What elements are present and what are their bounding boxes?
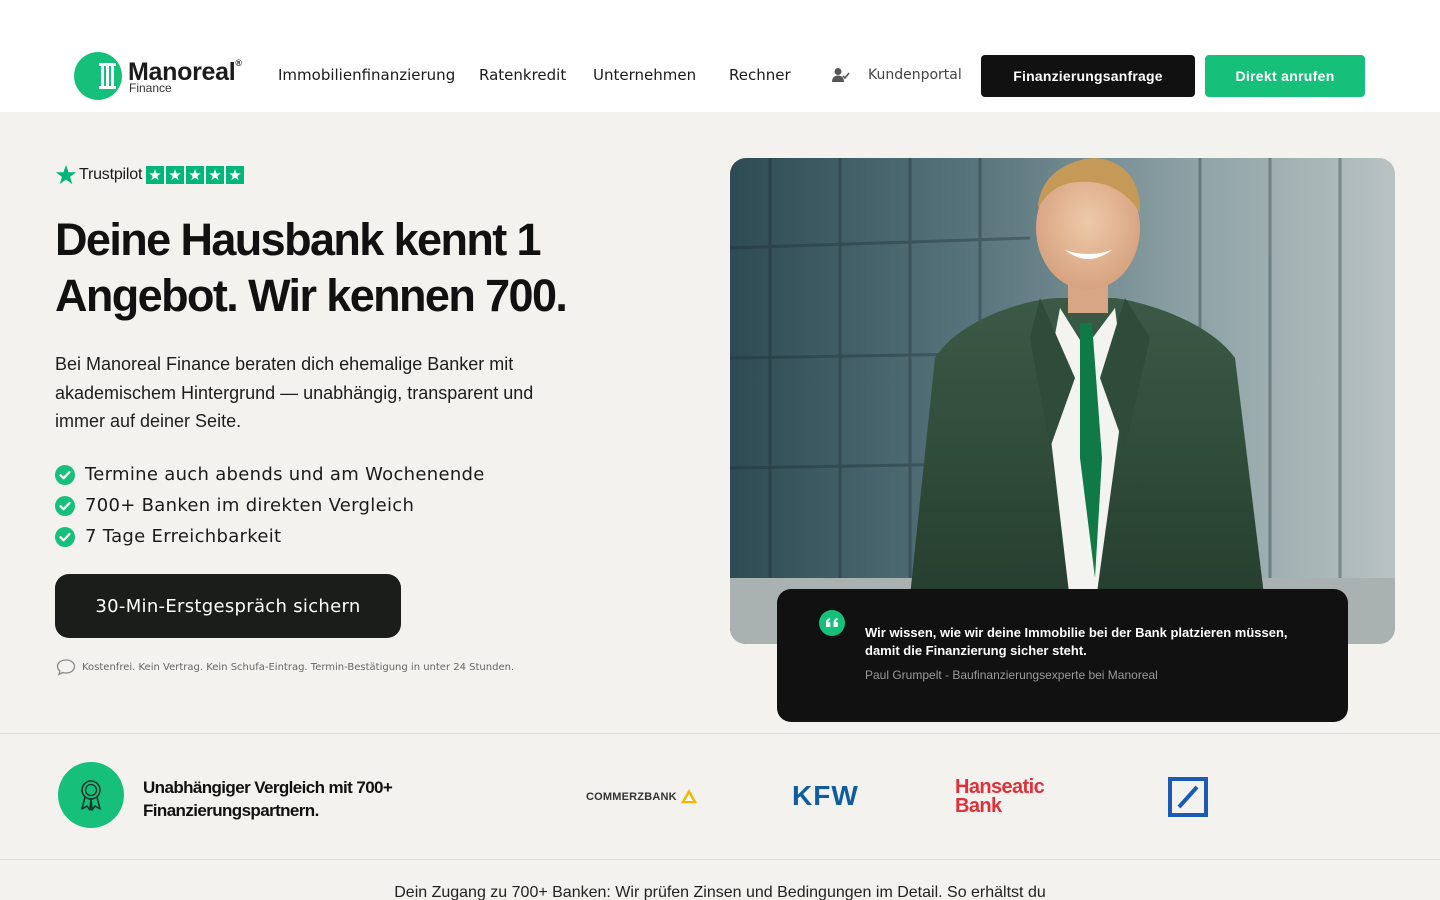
partner-strip: Unabhängiger Vergleich mit 700+ Finanzie…	[0, 733, 1440, 860]
erstgespraech-cta-button[interactable]: 30-Min-Erstgespräch sichern	[55, 574, 401, 638]
deutsche-bank-logo[interactable]	[1168, 777, 1208, 817]
headline-line-2: Angebot. Wir kennen 700.	[55, 270, 568, 321]
benefit-item: 7 Tage Erreichbarkeit	[55, 521, 485, 552]
registered-mark: ®	[235, 58, 242, 68]
nav-ratenkredit[interactable]: Ratenkredit	[479, 66, 566, 84]
commerzbank-ribbon-icon	[680, 789, 697, 803]
award-ribbon-icon	[81, 780, 101, 811]
headline-line-1: Deine Hausbank kennt 1	[55, 214, 542, 265]
cta-note: Kostenfrei. Kein Vertrag. Kein Schufa-Ei…	[56, 658, 514, 676]
rating-star-icon	[206, 166, 225, 184]
quote-icon	[819, 610, 845, 636]
nav-unternehmen[interactable]: Unternehmen	[593, 66, 696, 84]
benefit-text: 700+ Banken im direkten Vergleich	[85, 495, 415, 516]
site-header: Manoreal® Finance Immobilienfinanzierung…	[0, 0, 1440, 112]
section-intro-text: Dein Zugang zu 700+ Banken: Wir prüfen Z…	[394, 884, 1046, 900]
commerzbank-logo-text: COMMERZBANK	[586, 791, 677, 803]
logo-subtitle: Finance	[129, 81, 172, 95]
benefit-item: Termine auch abends und am Wochenende	[55, 459, 485, 490]
kfw-logo[interactable]: KFW	[792, 780, 859, 812]
hero-intro: Bei Manoreal Finance beraten dich ehemal…	[55, 354, 534, 431]
finanzierungsanfrage-button[interactable]: Finanzierungsanfrage	[981, 55, 1195, 97]
rating-star-icon	[146, 166, 165, 184]
kundenportal-link[interactable]: Kundenportal	[868, 67, 962, 83]
testimonial-card: Wir wissen, wie wir deine Immobilie bei …	[777, 589, 1348, 722]
check-circle-icon	[55, 464, 75, 485]
user-check-icon[interactable]	[832, 67, 850, 83]
testimonial-quote: Wir wissen, wie wir deine Immobilie bei …	[865, 625, 1288, 658]
hanseatic-logo-line-2: Bank	[955, 795, 1002, 817]
nav-rechner[interactable]: Rechner	[729, 66, 791, 84]
benefit-list: Termine auch abends und am Wochenende 70…	[55, 459, 485, 552]
commerzbank-logo[interactable]: COMMERZBANK	[586, 788, 698, 806]
benefit-item: 700+ Banken im direkten Vergleich	[55, 490, 485, 521]
nav-immobilienfinanzierung[interactable]: Immobilienfinanzierung	[278, 66, 455, 84]
rating-star-icon	[186, 166, 205, 184]
hero-headline: Deine Hausbank kennt 1 Angebot. Wir kenn…	[55, 212, 615, 324]
manoreal-logo-icon	[74, 52, 122, 100]
award-badge	[58, 762, 124, 828]
cta-note-text: Kostenfrei. Kein Vertrag. Kein Schufa-Ei…	[82, 661, 515, 673]
testimonial-author: Paul Grumpelt - Baufinanzierungsexperte …	[865, 668, 1158, 682]
partner-badge-text: Unabhängiger Vergleich mit 700+ Finanzie…	[143, 778, 393, 820]
benefit-text: Termine auch abends und am Wochenende	[85, 464, 485, 485]
benefit-text: 7 Tage Erreichbarkeit	[85, 526, 282, 547]
trustpilot-rating[interactable]: Trustpilot	[55, 164, 246, 186]
check-circle-icon	[55, 526, 75, 547]
check-circle-icon	[55, 495, 75, 516]
direkt-anrufen-button[interactable]: Direkt anrufen	[1205, 55, 1365, 97]
manoreal-logo[interactable]: Manoreal® Finance	[74, 52, 254, 100]
trustpilot-star-icon	[55, 164, 77, 185]
trustpilot-wordmark: Trustpilot	[79, 166, 143, 183]
rating-star-icon	[166, 166, 185, 184]
chat-bubble-icon	[56, 659, 76, 676]
rating-star-icon	[226, 166, 245, 184]
hanseatic-bank-logo[interactable]: Hanseatic Bank	[955, 777, 1045, 817]
advisor-photo	[730, 158, 1395, 644]
